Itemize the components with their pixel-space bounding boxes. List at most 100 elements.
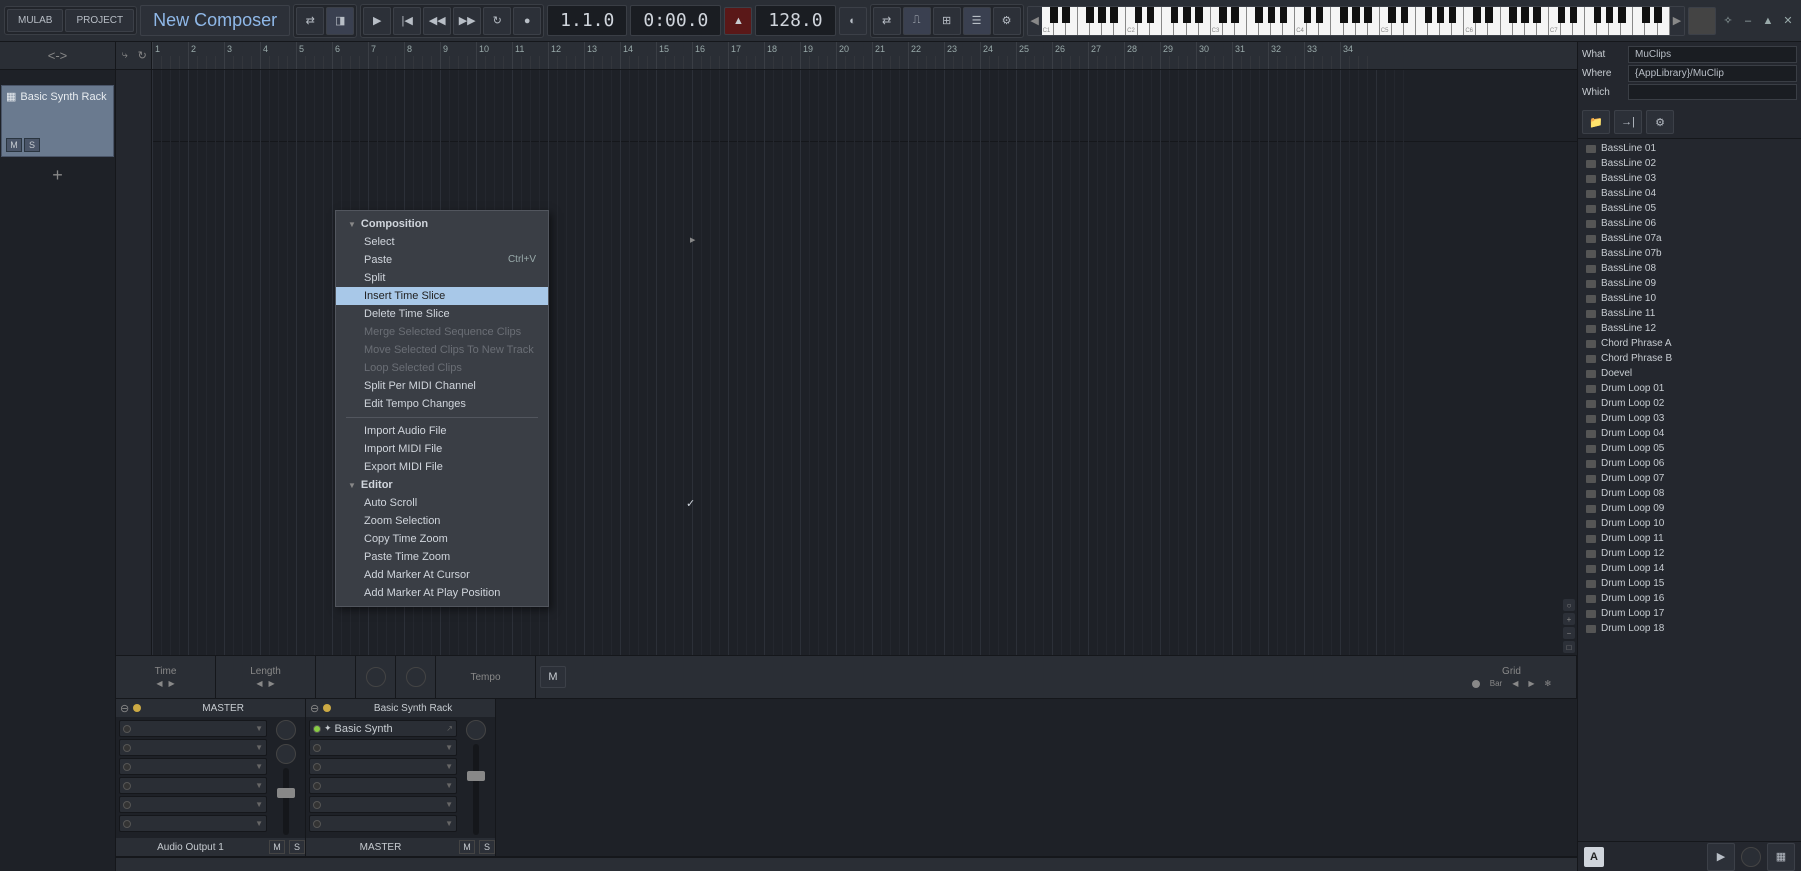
menu-import-audio[interactable]: Import Audio File <box>336 422 548 440</box>
ruler-bar[interactable]: 8 <box>404 42 412 69</box>
browser-item[interactable]: BassLine 03 <box>1580 171 1799 186</box>
preview-volume-knob[interactable] <box>1741 847 1761 867</box>
route-icon[interactable]: ⇄ <box>873 7 901 35</box>
volume-fader[interactable] <box>473 744 479 835</box>
info-knob-2[interactable] <box>396 656 436 698</box>
piano-black-key[interactable] <box>1340 7 1348 24</box>
browser-item[interactable]: Drum Loop 06 <box>1580 456 1799 471</box>
browser-item[interactable]: BassLine 01 <box>1580 141 1799 156</box>
menu-paste-zoom[interactable]: Paste Time Zoom <box>336 548 548 566</box>
letter-filter-button[interactable]: A <box>1584 847 1604 867</box>
filter-which-input[interactable] <box>1628 84 1797 100</box>
horizontal-scrollbar[interactable] <box>116 857 1577 871</box>
mixer-slot[interactable]: ▼ <box>309 739 457 756</box>
menu-zoom-selection[interactable]: Zoom Selection <box>336 512 548 530</box>
browser-item[interactable]: Drum Loop 05 <box>1580 441 1799 456</box>
ruler-bar[interactable]: 23 <box>944 42 957 69</box>
piano-black-key[interactable] <box>1304 7 1312 24</box>
browser-item[interactable]: BassLine 07b <box>1580 246 1799 261</box>
browser-item[interactable]: Drum Loop 09 <box>1580 501 1799 516</box>
browser-item[interactable]: BassLine 05 <box>1580 201 1799 216</box>
ruler-bar[interactable]: 16 <box>692 42 705 69</box>
ruler-bar[interactable]: 15 <box>656 42 669 69</box>
browser-item[interactable]: Drum Loop 03 <box>1580 411 1799 426</box>
browser-item[interactable]: Drum Loop 15 <box>1580 576 1799 591</box>
minimize-icon[interactable]: – <box>1739 12 1757 30</box>
project-menu-button[interactable]: PROJECT <box>65 9 134 32</box>
maximize-icon[interactable]: ▲ <box>1759 12 1777 30</box>
grid-prev-icon[interactable]: ◀ <box>1512 679 1518 688</box>
browser-item[interactable]: BassLine 09 <box>1580 276 1799 291</box>
browser-item[interactable]: BassLine 11 <box>1580 306 1799 321</box>
ruler-bar[interactable]: 14 <box>620 42 633 69</box>
mixer-slot[interactable]: ▼ <box>309 758 457 775</box>
menu-marker-play[interactable]: Add Marker At Play Position <box>336 584 548 602</box>
prev-icon[interactable]: ◀ <box>156 679 162 688</box>
piano-black-key[interactable] <box>1654 7 1662 24</box>
browser-item[interactable]: BassLine 06 <box>1580 216 1799 231</box>
browser-item[interactable]: Drum Loop 12 <box>1580 546 1799 561</box>
settings-icon[interactable]: ⚙ <box>993 7 1021 35</box>
browser-item[interactable]: Drum Loop 11 <box>1580 531 1799 546</box>
track-basic-synth-rack[interactable]: ▦Basic Synth Rack M S <box>1 85 114 157</box>
browser-item[interactable]: Drum Loop 18 <box>1580 621 1799 636</box>
output-label[interactable]: Audio Output 1 <box>116 842 265 853</box>
piano-black-key[interactable] <box>1425 7 1433 24</box>
next-icon[interactable]: ▶ <box>169 679 175 688</box>
browser-item[interactable]: BassLine 07a <box>1580 231 1799 246</box>
gain-knob[interactable] <box>276 744 296 764</box>
piano-black-key[interactable] <box>1062 7 1070 24</box>
ruler-bar[interactable]: 32 <box>1268 42 1281 69</box>
mixer-slot[interactable]: ▼ <box>309 815 457 832</box>
insert-icon[interactable]: →| <box>1614 110 1642 134</box>
browser-settings-icon[interactable]: ⚙ <box>1646 110 1674 134</box>
ruler-bar[interactable]: 20 <box>836 42 849 69</box>
filter-where-input[interactable]: {AppLibrary}/MuClip <box>1628 65 1797 82</box>
piano-black-key[interactable] <box>1195 7 1203 24</box>
menu-import-midi[interactable]: Import MIDI File <box>336 440 548 458</box>
rewind-button[interactable]: ◀◀ <box>423 7 451 35</box>
menu-select[interactable]: Select <box>336 233 548 251</box>
piano-keyboard[interactable]: ◀ C1C2C3C4C5C6C7 ▶ <box>1027 6 1685 36</box>
ruler-bar[interactable]: 6 <box>332 42 340 69</box>
zoom-out-icon[interactable]: − <box>1563 627 1575 639</box>
slot-expand-icon[interactable]: ↗ <box>446 724 453 733</box>
browser-item[interactable]: BassLine 02 <box>1580 156 1799 171</box>
ruler-bar[interactable]: 34 <box>1340 42 1353 69</box>
mute-button[interactable]: M <box>459 840 475 854</box>
color-swatch-button[interactable] <box>1688 7 1716 35</box>
browser-item[interactable]: Chord Phrase B <box>1580 351 1799 366</box>
panel-layout-icon[interactable]: ◨ <box>326 7 354 35</box>
ruler-bar[interactable]: 26 <box>1052 42 1065 69</box>
browser-list[interactable]: BassLine 01BassLine 02BassLine 03 BassLin… <box>1578 139 1801 841</box>
ruler-bar[interactable]: 28 <box>1124 42 1137 69</box>
ruler-bar[interactable]: 22 <box>908 42 921 69</box>
piano-black-key[interactable] <box>1050 7 1058 24</box>
browser-item[interactable]: Drum Loop 14 <box>1580 561 1799 576</box>
mixer-icon[interactable]: ⎍ <box>903 7 931 35</box>
mixer-slot[interactable]: ▼ <box>119 758 267 775</box>
browser-item[interactable]: BassLine 08 <box>1580 261 1799 276</box>
play-button[interactable]: ▶ <box>363 7 391 35</box>
info-tempo[interactable]: Tempo <box>436 656 536 698</box>
ruler-bar[interactable]: 17 <box>728 42 741 69</box>
grid-settings-icon[interactable]: ✻ <box>1545 679 1552 688</box>
menu-copy-zoom[interactable]: Copy Time Zoom <box>336 530 548 548</box>
menu-delete-time-slice[interactable]: Delete Time Slice <box>336 305 548 323</box>
mixer-slot[interactable]: ▼ <box>309 777 457 794</box>
solo-button[interactable]: S <box>479 840 495 854</box>
menu-edit-tempo[interactable]: Edit Tempo Changes <box>336 395 548 413</box>
info-length[interactable]: Length ◀▶ <box>216 656 316 698</box>
track-panel-header[interactable]: <-> <box>0 42 115 70</box>
loop-tool-icon[interactable]: ↻ <box>134 42 152 69</box>
marker-tool-icon[interactable]: ⤷ <box>116 42 134 69</box>
info-extra-1[interactable] <box>316 656 356 698</box>
piano-black-key[interactable] <box>1509 7 1517 24</box>
menu-split-midi-channel[interactable]: Split Per MIDI Channel <box>336 377 548 395</box>
piano-black-key[interactable] <box>1437 7 1445 24</box>
ruler-bar[interactable]: 24 <box>980 42 993 69</box>
solo-button[interactable]: S <box>289 840 305 854</box>
mute-button[interactable]: M <box>269 840 285 854</box>
ruler-bar[interactable]: 18 <box>764 42 777 69</box>
solo-button[interactable]: S <box>24 138 40 152</box>
